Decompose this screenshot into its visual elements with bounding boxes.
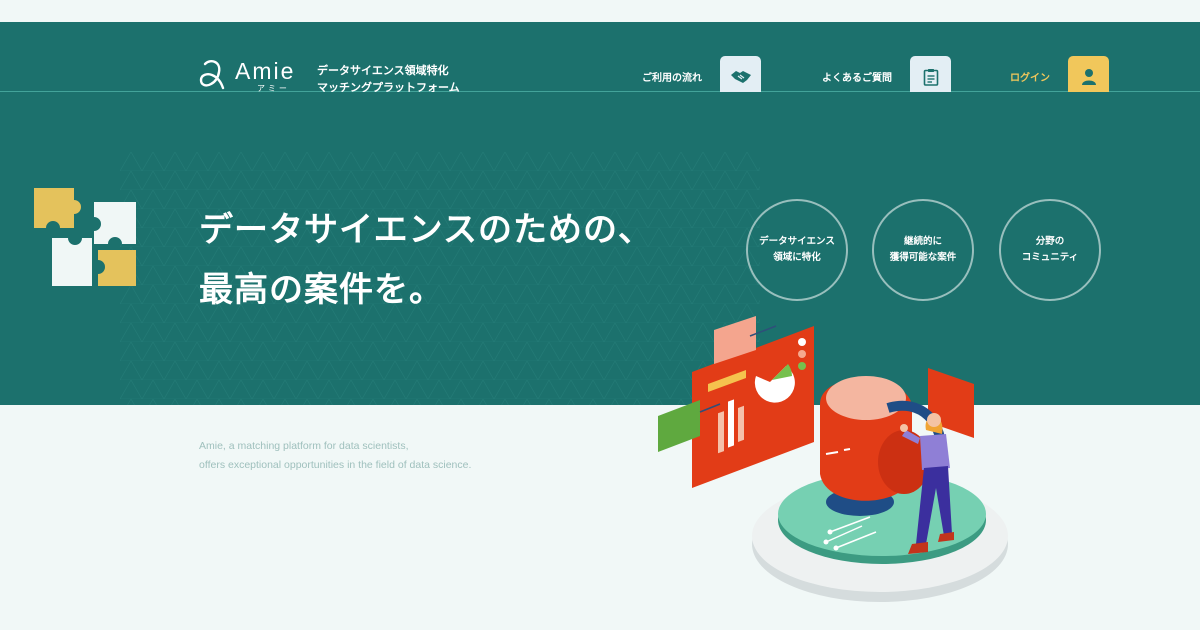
- feature-badge-continuous: 継続的に 獲得可能な案件: [872, 199, 974, 301]
- feature-badge-community: 分野の コミュニティ: [999, 199, 1101, 301]
- intro-section: Amie, a matching platform for data scien…: [0, 405, 1200, 630]
- user-icon: [1081, 68, 1096, 85]
- badge-text-line1: データサイエンス: [759, 236, 835, 247]
- brand-name: Amie: [235, 58, 296, 84]
- logo-wordmark: Amie アミー: [235, 58, 295, 94]
- nav-login-label: ログイン: [1010, 73, 1050, 84]
- english-description: Amie, a matching platform for data scien…: [199, 437, 471, 475]
- usage-flow-button[interactable]: [720, 56, 761, 97]
- hero-illustration: [658, 316, 1008, 602]
- badge-text-line2: 領域に特化: [773, 252, 821, 263]
- nav-faq-label: よくあるご質問: [822, 73, 892, 84]
- badge-text-line1: 継続的に: [903, 236, 942, 247]
- login-button[interactable]: [1068, 56, 1109, 97]
- site-header: Amie アミー データサイエンス領域特化 マッチングプラットフォーム ご利用の…: [0, 22, 1200, 97]
- headline-line1: データサイエンスのための、: [199, 210, 653, 250]
- headline-line2: 最高の案件を。: [199, 270, 444, 310]
- tagline-line1: データサイエンス領域特化: [317, 64, 449, 77]
- handshake-icon: [730, 70, 751, 83]
- badge-text-line1: 分野の: [1035, 236, 1065, 247]
- nav-usage-flow[interactable]: ご利用の流れ: [642, 56, 761, 97]
- badge-text-line2: コミュニティ: [1021, 252, 1079, 263]
- hero-headline: データサイエンスのための、 最高の案件を。: [199, 200, 653, 320]
- logo[interactable]: Amie アミー: [197, 58, 295, 94]
- brand-tagline: データサイエンス領域特化 マッチングプラットフォーム: [317, 62, 460, 96]
- nav-faq[interactable]: よくあるご質問: [822, 56, 951, 97]
- description-line1: Amie, a matching platform for data scien…: [199, 440, 409, 452]
- description-line2: offers exceptional opportunities in the …: [199, 459, 472, 471]
- nav-login[interactable]: ログイン: [1010, 56, 1109, 97]
- feature-badge-specialized: データサイエンス 領域に特化: [746, 199, 848, 301]
- puzzle-icon: [34, 188, 136, 286]
- top-margin: [0, 0, 1200, 22]
- nav-usage-flow-label: ご利用の流れ: [642, 73, 702, 84]
- amie-logo-icon: [199, 60, 225, 90]
- hero-section: データサイエンスのための、 最高の案件を。 データサイエンス 領域に特化 継続的…: [0, 92, 1200, 405]
- badge-text-line2: 獲得可能な案件: [889, 252, 957, 263]
- faq-button[interactable]: [910, 56, 951, 97]
- clipboard-icon: [923, 68, 938, 86]
